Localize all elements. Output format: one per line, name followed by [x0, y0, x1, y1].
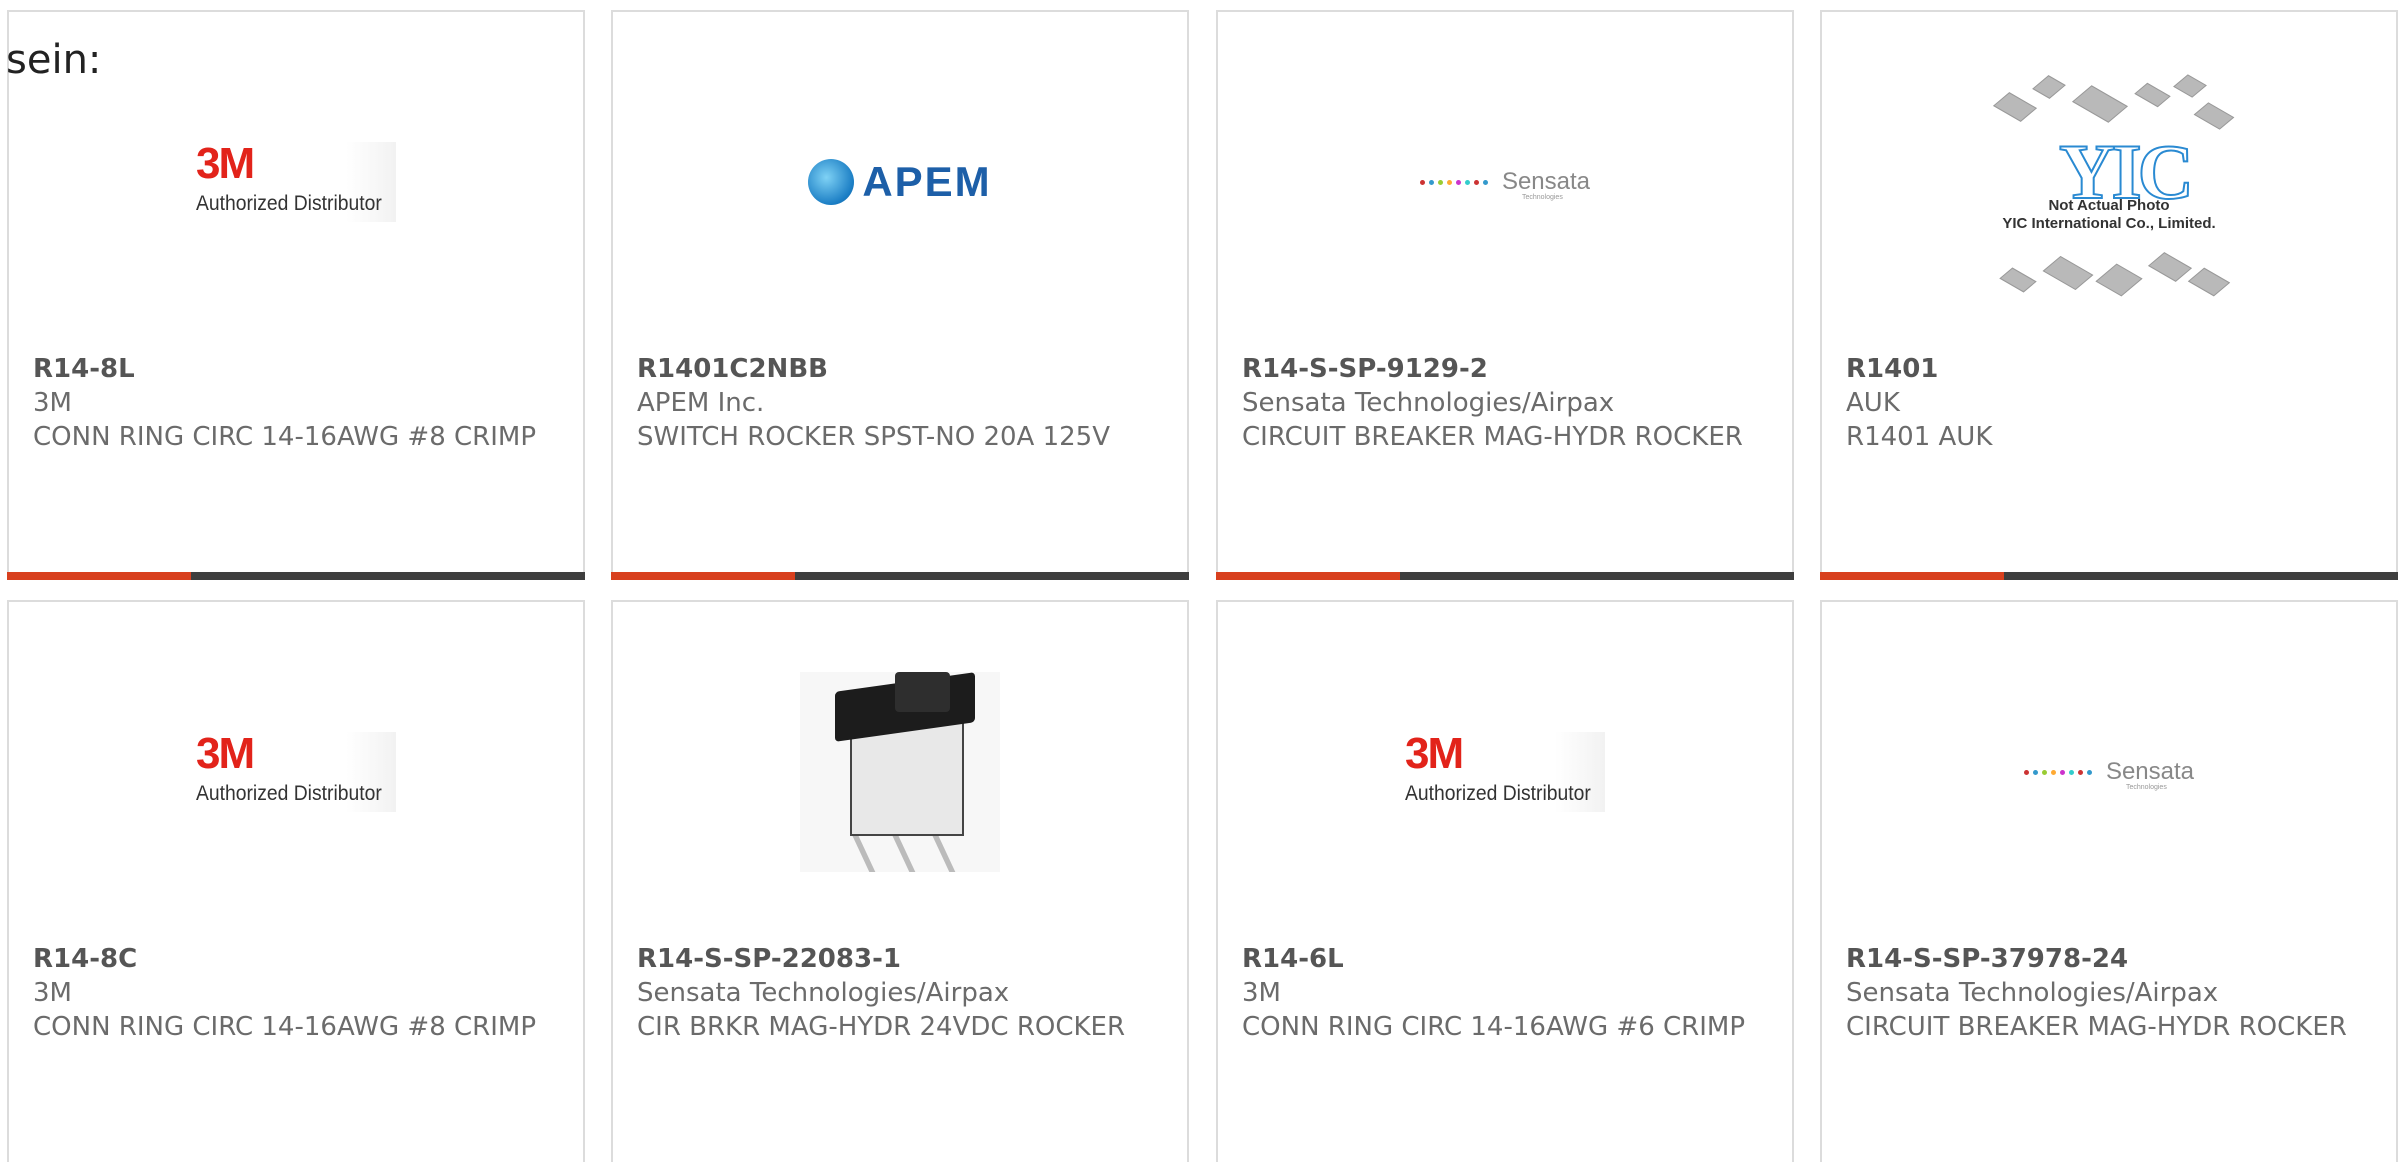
description: CIRCUIT BREAKER MAG-HYDR ROCKER	[1846, 1012, 2347, 1042]
product-image[interactable]: 3M Authorized Distributor	[9, 672, 583, 872]
3m-logo: 3M Authorized Distributor	[1405, 732, 1605, 812]
description: SWITCH ROCKER SPST-NO 20A 125V	[637, 422, 1110, 452]
manufacturer: AUK	[1846, 388, 1900, 418]
card-accent-bar	[611, 572, 1189, 580]
part-number-link[interactable]: R1401C2NBB	[637, 352, 1177, 386]
apem-logo: APEM	[808, 158, 991, 206]
3m-logo: 3M Authorized Distributor	[196, 142, 396, 222]
product-card[interactable]: YIC Not Actual Photo YIC International Co…	[1820, 10, 2398, 580]
part-number-link[interactable]: R14-8L	[33, 352, 573, 386]
yic-placeholder-image: YIC Not Actual Photo YIC International Co…	[1979, 67, 2239, 307]
product-card[interactable]: APEM R1401C2NBB APEM Inc. SWITCH ROCKER …	[611, 10, 1189, 580]
product-card[interactable]: 3M Authorized Distributor R14-6L 3M CONN…	[1216, 600, 1794, 1162]
card-accent-bar	[1820, 572, 2398, 580]
product-card[interactable]: 3M Authorized Distributor R14-8C 3M CONN…	[7, 600, 585, 1162]
rocker-switch-photo	[800, 672, 1000, 872]
part-number-link[interactable]: R14-8C	[33, 942, 573, 976]
intro-text: sein:	[6, 37, 102, 83]
part-number-link[interactable]: R14-S-SP-37978-24	[1846, 942, 2386, 976]
manufacturer: APEM Inc.	[637, 388, 765, 418]
part-number-link[interactable]: R14-S-SP-22083-1	[637, 942, 1177, 976]
manufacturer: Sensata Technologies/Airpax	[637, 978, 1010, 1008]
description: CIR BRKR MAG-HYDR 24VDC ROCKER	[637, 1012, 1126, 1042]
sensata-logo: Sensata Technologies	[2023, 758, 2194, 791]
product-card[interactable]: Sensata Technologies R14-S-SP-9129-2 Sens…	[1216, 10, 1794, 580]
apem-circle-icon	[808, 159, 855, 205]
part-number-link[interactable]: R14-S-SP-9129-2	[1242, 352, 1782, 386]
description: R1401 AUK	[1846, 422, 1993, 452]
manufacturer: 3M	[33, 388, 72, 418]
product-image[interactable]: YIC Not Actual Photo YIC International Co…	[1822, 57, 2396, 317]
description: CONN RING CIRC 14-16AWG #6 CRIMP	[1242, 1012, 1746, 1042]
manufacturer: 3M	[33, 978, 72, 1008]
description: CONN RING CIRC 14-16AWG #8 CRIMP	[33, 1012, 537, 1042]
product-card[interactable]: R14-S-SP-22083-1 Sensata Technologies/Ai…	[611, 600, 1189, 1162]
product-image[interactable]: APEM	[613, 82, 1187, 282]
sensata-logo: Sensata Technologies	[1419, 168, 1590, 201]
manufacturer: Sensata Technologies/Airpax	[1846, 978, 2219, 1008]
product-image[interactable]	[613, 672, 1187, 872]
manufacturer: 3M	[1242, 978, 1281, 1008]
description: CIRCUIT BREAKER MAG-HYDR ROCKER	[1242, 422, 1743, 452]
product-image[interactable]: Sensata Technologies	[1822, 672, 2396, 872]
product-card[interactable]: Sensata Technologies R14-S-SP-37978-24 Se…	[1820, 600, 2398, 1162]
3m-logo: 3M Authorized Distributor	[196, 732, 396, 812]
part-number-link[interactable]: R1401	[1846, 352, 2386, 386]
product-image[interactable]: 3M Authorized Distributor	[1218, 672, 1792, 872]
product-card[interactable]: 3M Authorized Distributor R14-8L 3M CONN…	[7, 10, 585, 580]
part-number-link[interactable]: R14-6L	[1242, 942, 1782, 976]
product-image[interactable]: Sensata Technologies	[1218, 82, 1792, 282]
card-accent-bar	[7, 572, 585, 580]
description: CONN RING CIRC 14-16AWG #8 CRIMP	[33, 422, 537, 452]
sensata-dots-icon	[2023, 769, 2092, 775]
card-accent-bar	[1216, 572, 1794, 580]
manufacturer: Sensata Technologies/Airpax	[1242, 388, 1615, 418]
product-image[interactable]: 3M Authorized Distributor	[9, 82, 583, 282]
sensata-dots-icon	[1419, 179, 1488, 185]
